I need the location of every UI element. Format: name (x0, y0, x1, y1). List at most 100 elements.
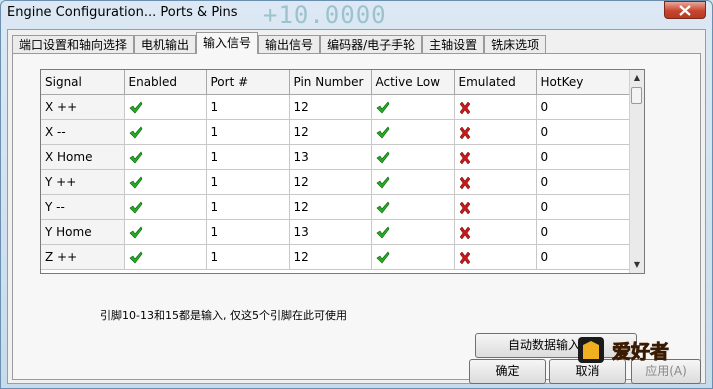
green-check-icon (129, 151, 142, 164)
pin-cell[interactable]: 12 (289, 244, 372, 270)
active-low-cell[interactable] (371, 244, 455, 270)
signal-cell: Y Home (41, 219, 125, 245)
hotkey-cell[interactable]: 0 (536, 194, 632, 220)
column-header: Active Low (371, 70, 455, 95)
red-x-icon (459, 176, 470, 189)
pin-note-text: 引脚10-13和15都是输入, 仅这5个引脚在此可使用 (100, 309, 347, 322)
green-check-icon (376, 126, 389, 139)
signal-cell: Y -- (41, 194, 125, 220)
emulated-cell[interactable] (454, 244, 537, 270)
background-dro-readout: +10.0000 (263, 1, 387, 29)
port-cell[interactable]: 1 (206, 169, 290, 195)
active-low-cell[interactable] (371, 94, 455, 120)
port-cell[interactable]: 1 (206, 194, 290, 220)
hotkey-cell[interactable]: 0 (536, 94, 632, 120)
column-header: Emulated (454, 70, 537, 95)
table-row[interactable]: X -- 1 12 0 (41, 119, 632, 145)
emulated-cell[interactable] (454, 219, 537, 245)
port-cell[interactable]: 1 (206, 244, 290, 270)
pin-cell[interactable]: 12 (289, 194, 372, 220)
hotkey-cell[interactable]: 0 (536, 119, 632, 145)
port-cell[interactable]: 1 (206, 94, 290, 120)
green-check-icon (129, 176, 142, 189)
red-x-icon (459, 226, 470, 239)
green-check-icon (376, 151, 389, 164)
tab-4[interactable]: 编码器/电子手轮 (320, 35, 423, 54)
green-check-icon (129, 251, 142, 264)
port-cell[interactable]: 1 (206, 119, 290, 145)
table-row[interactable]: X Home 1 13 0 (41, 144, 632, 170)
signal-cell: X ++ (41, 94, 125, 120)
hotkey-cell[interactable]: 0 (536, 244, 632, 270)
enabled-cell[interactable] (124, 94, 207, 120)
emulated-cell[interactable] (454, 169, 537, 195)
signal-cell: Z ++ (41, 244, 125, 270)
port-cell[interactable]: 1 (206, 219, 290, 245)
table-header-row: Signal Enabled Port # Pin Number Active Low E… (41, 70, 632, 95)
input-signals-table: Signal Enabled Port # Pin Number Active Low E… (41, 70, 632, 270)
red-x-icon (459, 201, 470, 214)
hotkey-cell[interactable]: 0 (536, 144, 632, 170)
signal-cell: X -- (41, 119, 125, 145)
pin-cell[interactable]: 12 (289, 169, 372, 195)
emulated-cell[interactable] (454, 144, 537, 170)
active-low-cell[interactable] (371, 144, 455, 170)
table-row[interactable]: X ++ 1 12 0 (41, 94, 632, 120)
signal-cell: Y ++ (41, 169, 125, 195)
ok-button[interactable]: 确定 (469, 359, 546, 384)
active-low-cell[interactable] (371, 219, 455, 245)
emulated-cell[interactable] (454, 119, 537, 145)
tab-3[interactable]: 输出信号 (258, 35, 321, 54)
scrollbar-thumb[interactable] (631, 87, 642, 104)
table-row[interactable]: Y Home 1 13 0 (41, 219, 632, 245)
close-button[interactable] (664, 1, 706, 19)
enabled-cell[interactable] (124, 219, 207, 245)
enabled-cell[interactable] (124, 169, 207, 195)
red-x-icon (459, 251, 470, 264)
column-header: Enabled (124, 70, 207, 95)
red-x-icon (459, 101, 470, 114)
emulated-cell[interactable] (454, 194, 537, 220)
green-check-icon (376, 251, 389, 264)
signal-cell: X Home (41, 144, 125, 170)
enabled-cell[interactable] (124, 144, 207, 170)
emulated-cell[interactable] (454, 94, 537, 120)
active-low-cell[interactable] (371, 169, 455, 195)
dialog-client-area: 端口设置和轴向选择 电机输出 输入信号 输出信号 编码器/电子手轮 主轴设置 铣床选项 Si… (7, 29, 706, 384)
title-bar[interactable]: Engine Configuration... Ports & Pins +10… (1, 1, 712, 29)
close-icon (679, 5, 691, 16)
table-row[interactable]: Z ++ 1 12 0 (41, 244, 632, 270)
active-low-cell[interactable] (371, 194, 455, 220)
scroll-up-arrow-icon[interactable]: ▲ (630, 70, 644, 86)
port-cell[interactable]: 1 (206, 144, 290, 170)
active-low-cell[interactable] (371, 119, 455, 145)
pin-cell[interactable]: 13 (289, 219, 372, 245)
hotkey-cell[interactable]: 0 (536, 219, 632, 245)
green-check-icon (376, 226, 389, 239)
column-header: Port # (206, 70, 290, 95)
column-header: HotKey (536, 70, 632, 95)
pin-cell[interactable]: 13 (289, 144, 372, 170)
green-check-icon (129, 126, 142, 139)
table-row[interactable]: Y -- 1 12 0 (41, 194, 632, 220)
enabled-cell[interactable] (124, 244, 207, 270)
pin-cell[interactable]: 12 (289, 94, 372, 120)
table-row[interactable]: Y ++ 1 12 0 (41, 169, 632, 195)
scroll-down-arrow-icon[interactable]: ▼ (630, 257, 644, 273)
tab-2[interactable]: 输入信号 (196, 32, 259, 54)
svg-text:爱好者: 爱好者 (612, 340, 669, 363)
window-title: Engine Configuration... Ports & Pins (7, 5, 238, 20)
vertical-scrollbar[interactable]: ▲ ▼ (629, 70, 644, 273)
red-x-icon (459, 126, 470, 139)
pin-cell[interactable]: 12 (289, 119, 372, 145)
tab-5[interactable]: 主轴设置 (422, 35, 485, 54)
tab-6[interactable]: 铣床选项 (484, 35, 547, 54)
enabled-cell[interactable] (124, 119, 207, 145)
column-header: Pin Number (289, 70, 372, 95)
enabled-cell[interactable] (124, 194, 207, 220)
tab-0[interactable]: 端口设置和轴向选择 (12, 35, 135, 54)
tab-1[interactable]: 电机输出 (134, 35, 197, 54)
green-check-icon (376, 101, 389, 114)
green-check-icon (376, 176, 389, 189)
hotkey-cell[interactable]: 0 (536, 169, 632, 195)
